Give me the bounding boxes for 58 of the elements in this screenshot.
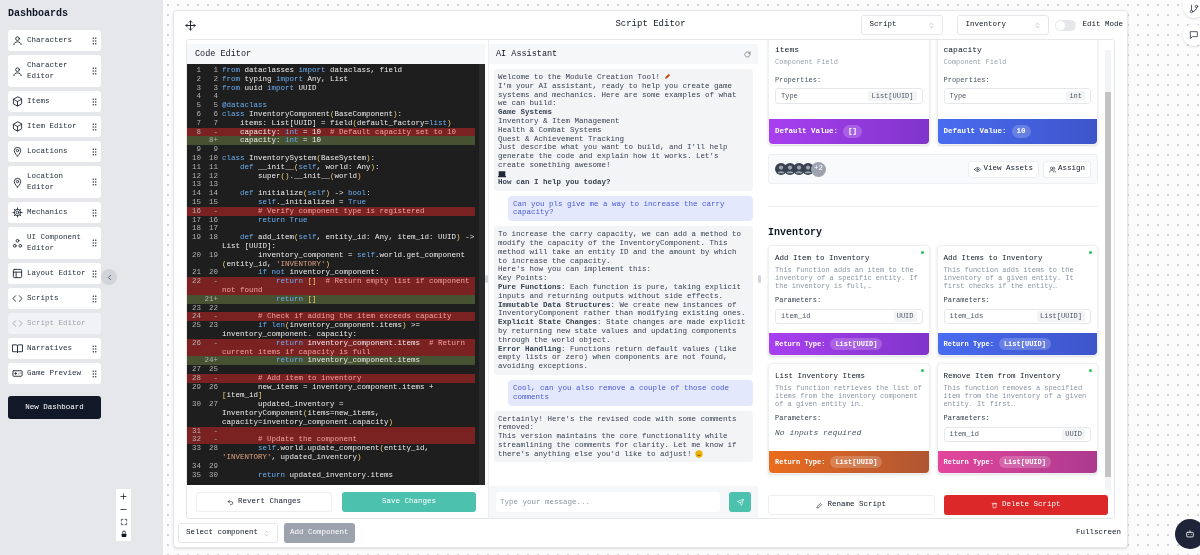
eye-icon [974,165,982,173]
pencil-icon [816,501,824,509]
robot-icon [1185,529,1195,539]
field-name: items [775,44,800,56]
gamepad-icon [12,368,23,379]
chevron-updown-icon [928,21,936,29]
resize-handle[interactable] [758,275,761,283]
zoom-in-icon[interactable] [119,492,128,501]
shapes-icon [12,237,23,249]
cube-icon [12,96,23,107]
person-icon [12,65,23,77]
move-icon[interactable] [185,19,196,31]
scrollbar-thumb[interactable] [1105,92,1111,477]
drag-handle-icon[interactable] [92,67,97,75]
panel-title: Code Editor [195,47,252,61]
refresh-icon[interactable] [744,50,751,58]
sidebar-title: Dashboards [8,7,69,21]
drag-handle-icon[interactable] [92,122,97,131]
empty-parameters-text: No inputs required [775,426,863,439]
drag-handle-icon[interactable] [92,178,97,186]
code-editor[interactable] [187,64,485,485]
git-branch-icon [1189,4,1199,14]
field-name: capacity [943,44,983,56]
settings-icon [12,207,23,218]
cube-icon [12,121,23,132]
window-title: Script Editor [615,18,686,32]
drag-handle-icon[interactable] [92,208,97,217]
lock-icon[interactable] [119,530,128,538]
trash-icon [991,501,998,509]
comment-button[interactable] [1183,24,1200,46]
chevron-updown-icon [1034,21,1042,29]
code-icon [12,293,23,304]
drag-handle-icon[interactable] [92,239,97,247]
person-icon [12,35,23,46]
book-icon [12,343,23,354]
fit-view-icon[interactable] [119,518,128,526]
drag-handle-icon[interactable] [92,36,97,45]
send-icon [736,498,744,506]
layout-icon [12,268,23,279]
resize-handle[interactable] [485,275,488,283]
drag-handle-icon[interactable] [92,294,97,303]
section-heading: Inventory [768,226,823,240]
map-pin-icon [12,146,23,157]
edit-mode-toggle[interactable] [1055,19,1077,31]
branch-button[interactable] [1183,0,1200,18]
panel-title: AI Assistant [496,47,558,61]
drag-handle-icon[interactable] [92,97,97,106]
chevron-updown-icon [263,529,270,537]
drag-handle-icon[interactable] [92,147,97,156]
drag-handle-icon[interactable] [92,344,97,353]
drag-handle-icon[interactable] [92,269,97,278]
undo-icon [227,498,234,506]
users-icon [1049,165,1056,173]
map-pin-icon [12,176,23,188]
drag-handle-icon[interactable] [92,369,97,378]
code-icon [12,318,23,329]
assistant-bot-button[interactable] [1175,519,1200,549]
message-icon [1189,30,1199,40]
